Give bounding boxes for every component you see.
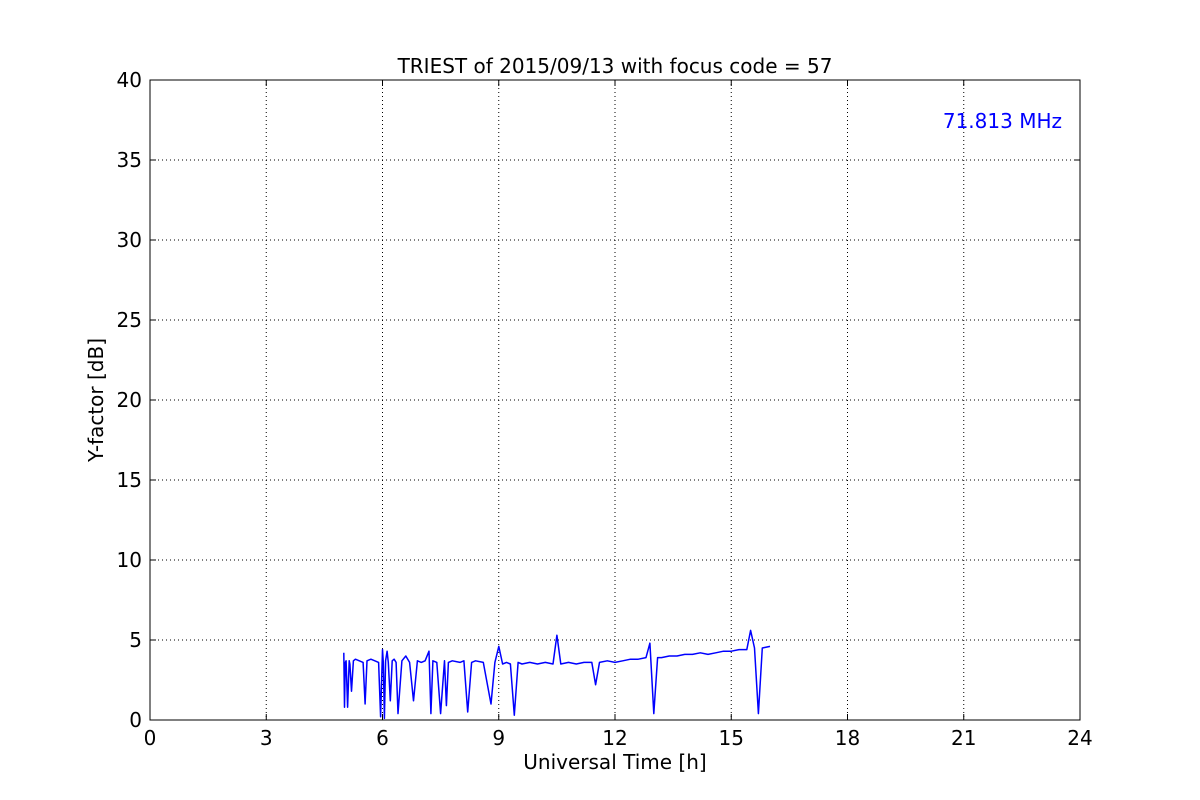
chart-title: TRIEST of 2015/09/13 with focus code = 5… [397, 54, 833, 78]
x-tick-label: 12 [602, 726, 627, 750]
x-tick-label: 15 [719, 726, 744, 750]
x-axis-label: Universal Time [h] [523, 750, 706, 774]
y-tick-label: 25 [117, 308, 142, 332]
y-tick-label: 20 [117, 388, 142, 412]
x-tick-label: 24 [1067, 726, 1092, 750]
y-tick-label: 15 [117, 468, 142, 492]
y-axis-label: Y-factor [dB] [84, 338, 108, 463]
x-tick-label: 0 [144, 726, 157, 750]
x-tick-label: 6 [376, 726, 389, 750]
x-tick-label: 3 [260, 726, 273, 750]
y-factor-chart: 0 3 6 9 12 15 18 21 24 0 5 10 15 20 25 30 35 40 TRIEST of… [0, 0, 1200, 800]
y-tick-label: 10 [117, 548, 142, 572]
y-tick-label: 35 [117, 148, 142, 172]
y-tick-label: 5 [129, 628, 142, 652]
x-tick-label: 9 [492, 726, 505, 750]
y-tick-label: 40 [117, 68, 142, 92]
y-tick-label: 30 [117, 228, 142, 252]
x-tick-label: 18 [835, 726, 860, 750]
x-tick-label: 21 [951, 726, 976, 750]
frequency-annotation: 71.813 MHz [943, 109, 1062, 133]
y-tick-label: 0 [129, 708, 142, 732]
